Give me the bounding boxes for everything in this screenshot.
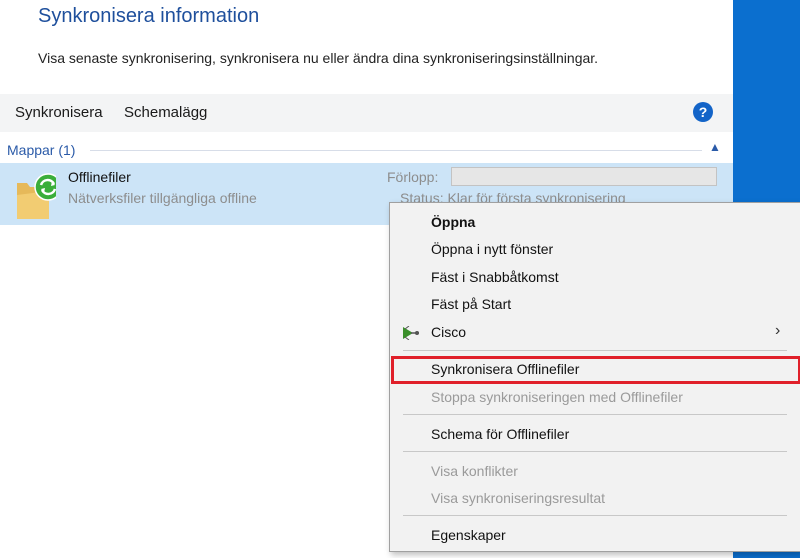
menu-label: Cisco [431,324,467,340]
chevron-up-icon[interactable]: ▲ [709,140,721,154]
page-title: Synkronisera information [38,5,260,27]
schedule-button[interactable]: Schemalägg [124,104,207,121]
menu-item-show-conflicts: Visa konflikter [390,458,800,484]
sync-folder-icon [14,171,62,226]
item-description: Nätverksfiler tillgängliga offline [68,190,257,206]
highlight-annotation [391,356,800,384]
group-divider [90,150,702,151]
menu-separator [403,451,787,452]
menu-label: Visa konflikter [431,463,518,479]
help-icon[interactable]: ? [693,102,713,122]
command-toolbar: Synkronisera Schemalägg ? [0,94,733,132]
menu-item-show-sync-results: Visa synkroniseringsresultat [390,485,800,511]
chevron-right-icon: › [775,322,781,339]
menu-label: Egenskaper [431,527,506,543]
menu-separator [403,350,787,351]
page-description: Visa senaste synkronisering, synkroniser… [38,50,599,66]
menu-separator [403,515,787,516]
menu-item-open-new-window[interactable]: Öppna i nytt fönster [390,236,800,262]
menu-label: Öppna [431,214,476,230]
menu-item-cisco[interactable]: Cisco › [390,319,800,345]
sync-progress-bar [451,167,717,186]
menu-separator [403,414,787,415]
menu-label: Fäst på Start [431,296,512,312]
menu-item-pin-quick-access[interactable]: Fäst i Snabbåtkomst [390,264,800,290]
menu-label: Schema för Offlinefiler [431,426,570,442]
menu-item-open[interactable]: Öppna [390,209,800,235]
sync-button[interactable]: Synkronisera [15,104,103,121]
menu-label: Fäst i Snabbåtkomst [431,269,559,285]
menu-label: Stoppa synkroniseringen med Offlinefiler [431,389,683,405]
cisco-icon [402,325,420,343]
menu-item-properties[interactable]: Egenskaper [390,522,800,548]
menu-label: Öppna i nytt fönster [431,241,554,257]
item-title: Offlinefiler [68,169,131,185]
menu-item-schedule[interactable]: Schema för Offlinefiler [390,421,800,447]
menu-item-pin-start[interactable]: Fäst på Start [390,291,800,317]
menu-item-stop-sync: Stoppa synkroniseringen med Offlinefiler [390,384,800,410]
group-header-folders[interactable]: Mappar (1) [7,142,75,158]
menu-label: Visa synkroniseringsresultat [431,490,606,506]
progress-label: Förlopp: [387,169,439,185]
